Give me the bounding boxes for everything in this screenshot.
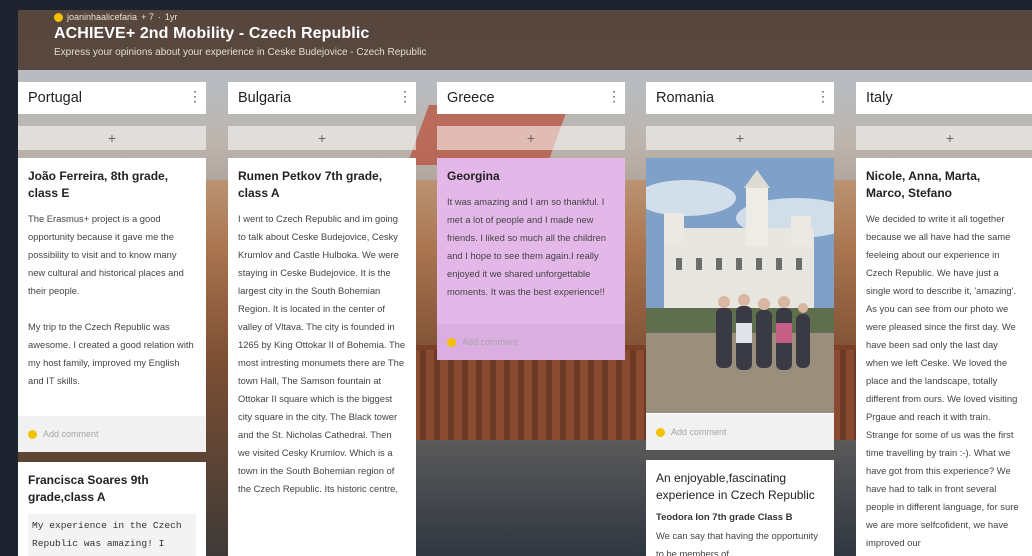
post-author: Teodora Ion 7th grade Class B bbox=[656, 512, 793, 523]
post-card[interactable]: Add comment bbox=[646, 158, 834, 450]
post-card[interactable]: Rumen Petkov 7th grade, class A I went t… bbox=[228, 158, 416, 556]
post-card[interactable]: João Ferreira, 8th grade, class E The Er… bbox=[18, 158, 206, 452]
post-body: We can say that having the opportunity t… bbox=[656, 530, 818, 556]
column-header-portugal[interactable]: Portugal ⋮ bbox=[18, 82, 206, 114]
post-body: I went to Czech Republic and im going to… bbox=[238, 213, 406, 494]
post-title: Rumen Petkov 7th grade, class A bbox=[238, 169, 383, 200]
add-post-button[interactable]: + bbox=[856, 126, 1032, 150]
column-title: Portugal bbox=[28, 90, 83, 106]
board-age: 1yr bbox=[164, 12, 178, 22]
post-body: It was amazing and I am so thankful. I m… bbox=[447, 196, 606, 297]
board-header: joaninhaalicefaria + 7 · 1yr ACHIEVE+ 2n… bbox=[18, 10, 1032, 70]
more-options-icon[interactable]: ⋮ bbox=[1026, 82, 1032, 110]
board-subtitle: Express your opinions about your experie… bbox=[54, 47, 427, 58]
post-body: My experience in the Czech Republic was … bbox=[28, 514, 196, 556]
post-title: Georgina bbox=[447, 169, 500, 183]
more-options-icon[interactable]: ⋮ bbox=[398, 82, 412, 110]
add-comment-field[interactable]: Add comment bbox=[437, 324, 625, 360]
board-title: ACHIEVE+ 2nd Mobility - Czech Republic bbox=[54, 25, 370, 42]
avatar-icon bbox=[447, 337, 456, 347]
column-title: Greece bbox=[447, 90, 495, 106]
author-row: joaninhaalicefaria + 7 · 1yr bbox=[54, 12, 177, 22]
column-header-italy[interactable]: Italy ⋮ bbox=[856, 82, 1032, 114]
separator-dot: · bbox=[157, 12, 161, 22]
post-body: The Erasmus+ project is a good opportuni… bbox=[28, 213, 194, 386]
group-photo-castle[interactable] bbox=[646, 158, 834, 413]
column-header-bulgaria[interactable]: Bulgaria ⋮ bbox=[228, 82, 416, 114]
author-name[interactable]: joaninhaalicefaria bbox=[67, 12, 137, 22]
more-options-icon[interactable]: ⋮ bbox=[188, 82, 202, 110]
collaborator-count[interactable]: + 7 bbox=[141, 12, 154, 22]
column-header-romania[interactable]: Romania ⋮ bbox=[646, 82, 834, 114]
post-title: João Ferreira, 8th grade, class E bbox=[28, 169, 169, 200]
post-title: Francisca Soares 9th grade,class A bbox=[28, 473, 149, 504]
avatar[interactable] bbox=[54, 12, 63, 22]
add-comment-label: Add comment bbox=[43, 429, 99, 439]
add-comment-field[interactable]: Add comment bbox=[646, 414, 834, 450]
padlet-board: joaninhaalicefaria + 7 · 1yr ACHIEVE+ 2n… bbox=[18, 10, 1032, 556]
add-post-button[interactable]: + bbox=[228, 126, 416, 150]
column-title: Bulgaria bbox=[238, 90, 292, 106]
post-title: Nicole, Anna, Marta, Marco, Stefano bbox=[866, 169, 981, 200]
avatar-icon bbox=[656, 427, 665, 437]
post-card[interactable]: Nicole, Anna, Marta, Marco, Stefano We d… bbox=[856, 158, 1032, 556]
castle-photo-illustration bbox=[646, 158, 834, 413]
add-post-button[interactable]: + bbox=[437, 126, 625, 150]
more-options-icon[interactable]: ⋮ bbox=[607, 82, 621, 110]
add-comment-label: Add comment bbox=[462, 337, 518, 347]
post-card[interactable]: Georgina It was amazing and I am so than… bbox=[437, 158, 625, 360]
post-card[interactable]: An enjoyable,fascinating experience in C… bbox=[646, 460, 834, 556]
add-comment-label: Add comment bbox=[671, 427, 727, 437]
add-comment-field[interactable]: Add comment bbox=[18, 416, 206, 452]
column-title: Romania bbox=[656, 90, 715, 106]
column-header-greece[interactable]: Greece ⋮ bbox=[437, 82, 625, 114]
post-body: We decided to write it all together beca… bbox=[866, 213, 1019, 548]
post-title: An enjoyable,fascinating experience in C… bbox=[656, 471, 815, 502]
more-options-icon[interactable]: ⋮ bbox=[816, 82, 830, 110]
add-post-button[interactable]: + bbox=[646, 126, 834, 150]
column-title: Italy bbox=[866, 90, 893, 106]
post-card[interactable]: Francisca Soares 9th grade,class A My ex… bbox=[18, 462, 206, 556]
avatar-icon bbox=[28, 429, 37, 439]
add-post-button[interactable]: + bbox=[18, 126, 206, 150]
